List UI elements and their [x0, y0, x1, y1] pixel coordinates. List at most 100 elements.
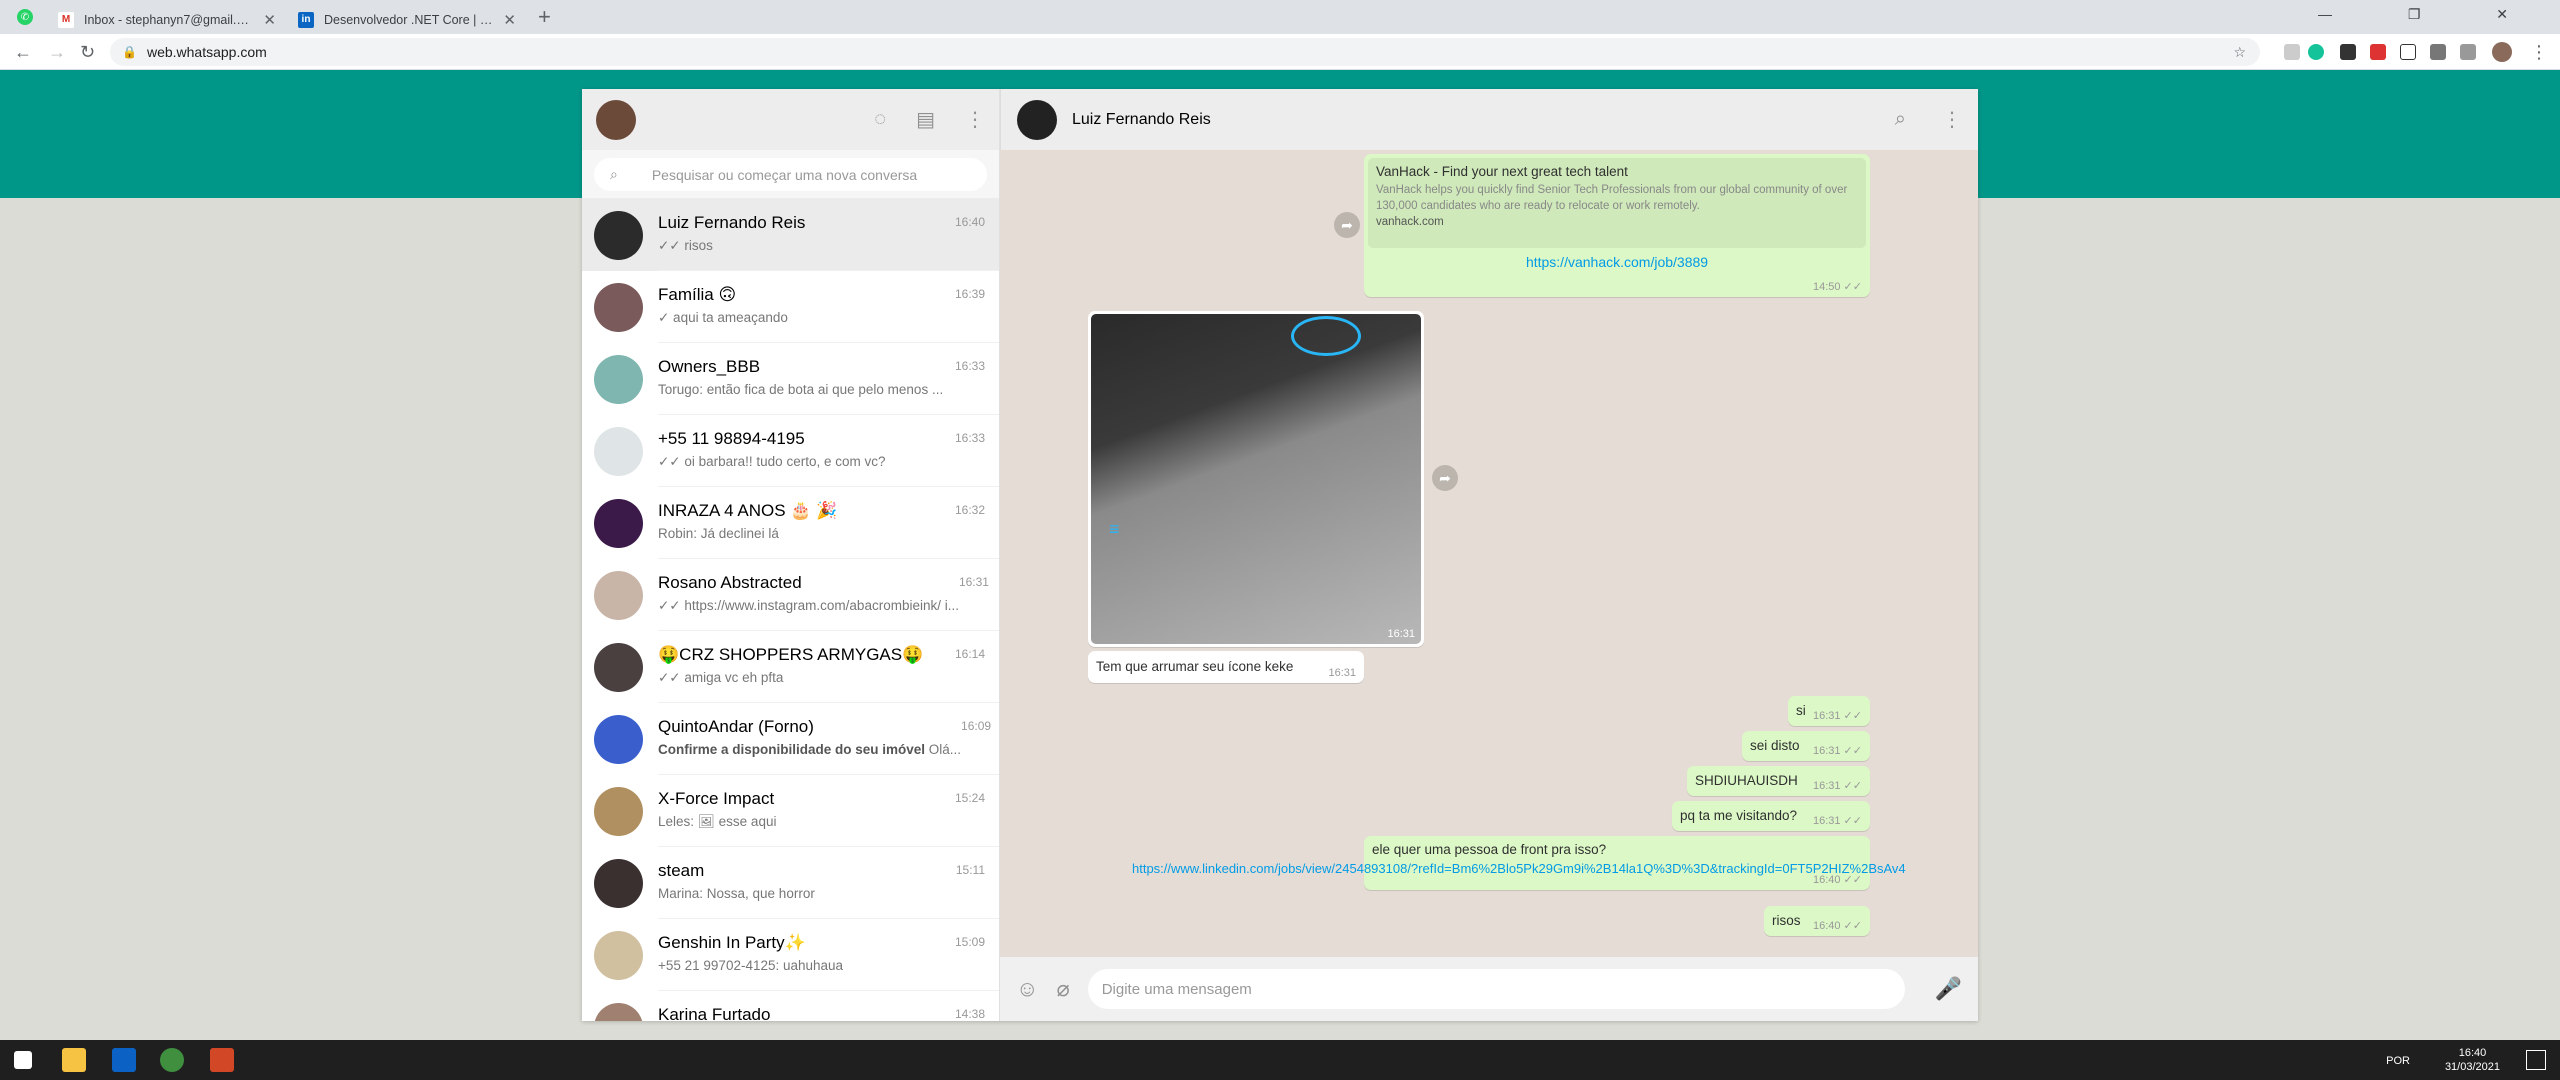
contact-avatar[interactable]	[1017, 99, 1057, 140]
powerpoint-icon[interactable]	[210, 1048, 234, 1072]
outgoing-message[interactable]: si 16:31 ✓✓	[1788, 696, 1870, 726]
outgoing-message[interactable]: SHDIUHAUISDH 16:31 ✓✓	[1687, 766, 1870, 796]
language-indicator[interactable]: POR	[2386, 1054, 2410, 1068]
reload-icon[interactable]: ↻	[80, 42, 95, 63]
puzzle-icon[interactable]	[2430, 44, 2446, 60]
caption-message[interactable]: Tem que arrumar seu ícone keke 16:31	[1088, 651, 1364, 683]
image-time: 16:31	[1387, 628, 1415, 640]
menu-icon[interactable]: ⋮	[1942, 107, 1962, 132]
chat-preview: Leles: 🖼 esse aqui	[658, 814, 985, 830]
chat-avatar	[594, 714, 643, 764]
grammarly-icon[interactable]	[2308, 44, 2324, 60]
close-icon[interactable]: ✕	[503, 11, 516, 29]
search-icon[interactable]: ⌕	[1895, 108, 1906, 131]
browser-toolbar: ← → ↻ 🔒 web.whatsapp.com ☆ ⋮	[0, 34, 2560, 70]
clock-time[interactable]: 16:40	[2445, 1046, 2500, 1060]
emoji-icon[interactable]: ☺	[1016, 976, 1038, 1002]
chat-preview: Confirme a disponibilidade do seu imóvel…	[658, 742, 991, 757]
link-preview-message[interactable]: VanHack - Find your next great tech tale…	[1364, 154, 1870, 297]
message-input[interactable]: Digite uma mensagem	[1087, 969, 1905, 1009]
chat-name: Rosano Abstracted	[658, 573, 802, 592]
forward-icon[interactable]: →	[48, 42, 66, 63]
chat-preview-text: +55 21 99702-4125: uahuhaua	[658, 958, 844, 973]
chat-avatar	[594, 210, 643, 260]
outgoing-message[interactable]: risos 16:40 ✓✓	[1764, 906, 1870, 936]
chat-name: Luiz Fernando Reis	[658, 213, 806, 232]
chat-time: 16:32	[954, 503, 985, 517]
chat-item[interactable]: X-Force Impact 15:24 Leles: 🖼 esse aqui	[582, 775, 999, 847]
cast-icon[interactable]	[2460, 44, 2476, 60]
chat-item[interactable]: QuintoAndar (Forno) 16:09 Confirme a dispo…	[582, 703, 999, 775]
chat-item[interactable]: INRAZA 4 ANOS 🎂 🎉 16:32 Robin: Já declinei…	[582, 487, 999, 559]
chat-time: 16:33	[954, 431, 985, 445]
file-explorer-icon[interactable]	[62, 1048, 86, 1072]
link-preview-title: VanHack - Find your next great tech tale…	[1376, 164, 1628, 179]
chat-item[interactable]: steam 15:11 Marina: Nossa, que horror	[582, 847, 999, 919]
tab-gmail[interactable]: M Inbox - stephanyn7@gmail.com ✕	[48, 5, 286, 34]
link-url[interactable]: https://vanhack.com/job/3889	[1368, 254, 1866, 270]
chat-list: Luiz Fernando Reis 16:40 ✓✓ risos Família 🙃…	[582, 199, 999, 1021]
back-icon[interactable]: ←	[14, 42, 32, 63]
chat-item[interactable]: 🤑CRZ SHOPPERS ARMYGAS🤑 16:14 ✓✓ amiga vc e…	[582, 631, 999, 703]
forward-icon[interactable]: ➦	[1432, 465, 1458, 491]
chat-item[interactable]: +55 11 98894-4195 16:33 ✓✓ oi barbara!! tu…	[582, 415, 999, 487]
profile-avatar[interactable]	[2492, 42, 2512, 62]
menu-icon[interactable]: ⋮	[965, 107, 985, 132]
chat-item[interactable]: Genshin In Party✨ 15:09 +55 21 99702-4125:…	[582, 919, 999, 991]
notification-icon[interactable]	[2526, 1050, 2546, 1070]
search-input[interactable]: ⌕ Pesquisar ou começar uma nova conversa	[594, 158, 987, 191]
windows-start-icon[interactable]	[14, 1051, 32, 1069]
outgoing-message[interactable]: sei disto 16:31 ✓✓	[1742, 731, 1870, 761]
chat-avatar	[594, 426, 643, 476]
outgoing-link-message[interactable]: ele quer uma pessoa de front pra isso? h…	[1132, 836, 1906, 890]
new-tab-button[interactable]: +	[538, 4, 551, 30]
window-controls[interactable]: — ❐ ✕	[2318, 6, 2544, 23]
chrome-icon[interactable]	[160, 1048, 184, 1072]
message-text: risos	[1772, 913, 1801, 928]
message-time: 16:40 ✓✓	[1812, 920, 1862, 932]
chat-name: Owners_BBB	[658, 357, 761, 376]
address-bar[interactable]: 🔒 web.whatsapp.com ☆	[110, 38, 2260, 66]
chat-avatar	[594, 642, 643, 692]
chat-name: X-Force Impact	[658, 789, 775, 808]
image-thumbnail[interactable]: ≡ 16:31	[1091, 314, 1421, 644]
system-tray[interactable]: POR 16:40 31/03/2021	[2386, 1046, 2500, 1074]
chat-name: Genshin In Party✨	[658, 933, 806, 952]
image-message[interactable]: ≡ 16:31	[1088, 311, 1424, 647]
chat-name: 🤑CRZ SHOPPERS ARMYGAS🤑	[658, 645, 924, 664]
tab-linkedin[interactable]: in Desenvolvedor .NET Core | Wass... ✕	[288, 5, 526, 34]
message-time: 16:31 ✓✓	[1812, 745, 1862, 757]
outgoing-message[interactable]: pq ta me visitando? 16:31 ✓✓	[1672, 801, 1870, 831]
extension-icon[interactable]	[2370, 44, 2386, 60]
chat-body: Luiz Fernando Reis 16:40 ✓✓ risos	[658, 199, 999, 271]
clock-date[interactable]: 31/03/2021	[2445, 1060, 2500, 1074]
hamburger-icon: ≡	[1109, 519, 1120, 539]
link-preview-domain: vanhack.com	[1376, 216, 1444, 228]
extension-icon[interactable]	[2284, 44, 2300, 60]
chat-item[interactable]: Família 🙃 16:39 ✓ aqui ta ameaçando	[582, 271, 999, 343]
chat-avatar	[594, 786, 643, 836]
menu-icon[interactable]: ⋮	[2530, 42, 2548, 63]
chat-item[interactable]: Karina Furtado 14:38	[582, 991, 999, 1021]
mail-icon[interactable]	[112, 1048, 136, 1072]
microphone-icon[interactable]: 🎤	[1935, 976, 1962, 1002]
conversation-header[interactable]: Luiz Fernando Reis ⌕ ⋮	[1000, 89, 1978, 150]
chat-item[interactable]: Luiz Fernando Reis 16:40 ✓✓ risos	[582, 199, 999, 271]
whatsapp-tab-icon[interactable]: ✆	[17, 9, 33, 25]
message-list: VanHack - Find your next great tech tale…	[1000, 150, 1978, 957]
search-placeholder: Pesquisar ou começar uma nova conversa	[651, 166, 918, 183]
extension-icon[interactable]	[2340, 44, 2356, 60]
new-chat-icon[interactable]: ▤	[916, 107, 935, 132]
link-preview-card[interactable]: VanHack - Find your next great tech tale…	[1368, 158, 1866, 248]
forward-icon[interactable]: ➦	[1334, 212, 1360, 238]
chat-item[interactable]: Owners_BBB 16:33 Torugo: então fica de bot…	[582, 343, 999, 415]
bookmark-star-icon[interactable]: ☆	[2233, 44, 2246, 61]
close-icon[interactable]: ✕	[263, 11, 276, 29]
chat-item[interactable]: Rosano Abstracted 16:31 ✓✓ https://www.ins…	[582, 559, 999, 631]
notion-icon[interactable]	[2400, 44, 2416, 60]
status-icon[interactable]: ◌	[874, 108, 886, 131]
my-avatar[interactable]	[596, 99, 636, 140]
attach-icon[interactable]: ⌀	[1056, 976, 1069, 1002]
message-text: sei disto	[1750, 738, 1800, 753]
chat-body: INRAZA 4 ANOS 🎂 🎉 16:32 Robin: Já declinei…	[658, 487, 999, 559]
